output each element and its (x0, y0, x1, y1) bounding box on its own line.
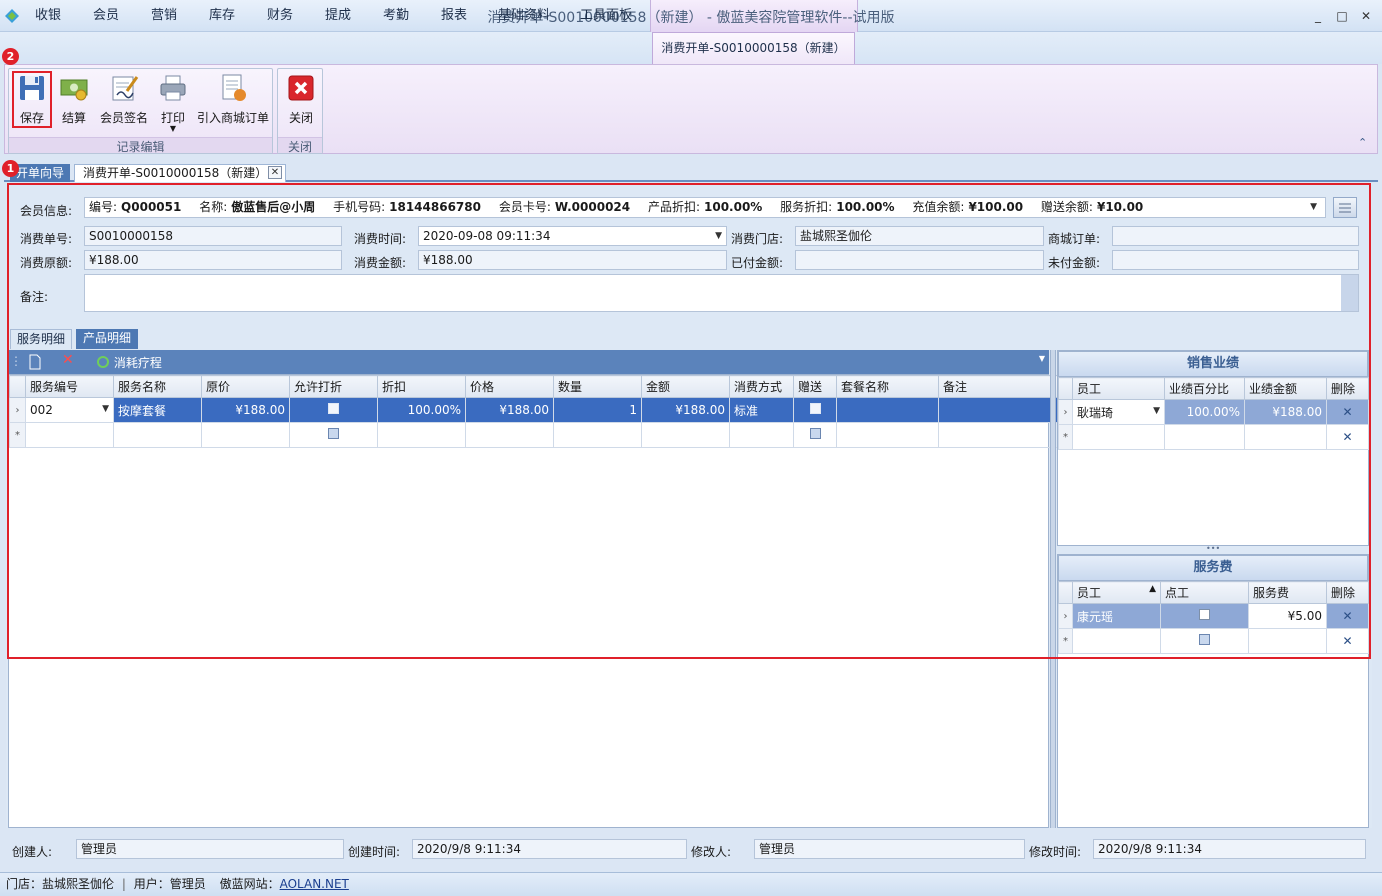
save-highlight-frame (12, 71, 52, 128)
printer-icon (160, 75, 186, 101)
created-time-label: 创建时间: (348, 845, 401, 859)
settle-button[interactable]: 结算 (55, 73, 93, 129)
modified-time-label: 修改时间: (1029, 845, 1082, 859)
ribbon-group-label: 记录编辑 (9, 137, 272, 154)
close-tab-icon[interactable]: ✕ (268, 166, 282, 179)
maximize-button[interactable]: □ (1334, 8, 1350, 24)
money-icon (60, 79, 88, 101)
menu-tab-reports[interactable]: 报表 (432, 6, 476, 28)
status-website-label: 傲蓝网站： (219, 877, 280, 891)
menu-tab-member[interactable]: 会员 (84, 6, 128, 28)
status-store: 门店：盐城熙圣伽伦 (6, 877, 115, 891)
modifier-label: 修改人: (691, 845, 732, 859)
creator-label: 创建人: (12, 845, 53, 859)
menu-tab-basic-data[interactable]: 基础资料 (490, 6, 558, 28)
ribbon-group-label: 关闭 (278, 137, 322, 154)
member-sign-button[interactable]: 会员签名 (97, 73, 151, 129)
annotation-highlight-frame (7, 183, 1371, 659)
collapse-ribbon-icon[interactable]: ⌃ (1358, 136, 1367, 149)
modified-time-field[interactable]: 2020/9/8 9:11:34 (1093, 839, 1366, 859)
ribbon-group-close: 关闭 关闭 (277, 68, 323, 154)
status-bar: 门店：盐城熙圣伽伦 | 用户：管理员 傲蓝网站：AOLAN.NET (0, 872, 1382, 896)
close-button[interactable]: 关闭 (282, 73, 320, 129)
menu-tab-inventory[interactable]: 库存 (200, 6, 244, 28)
menu-tab-tools[interactable]: 工具面板 (572, 6, 640, 28)
callout-badge-1: 1 (2, 160, 19, 177)
modifier-field[interactable]: 管理员 (754, 839, 1025, 859)
minimize-button[interactable]: _ (1310, 8, 1326, 24)
menu-tab-cashier[interactable]: 收银 (26, 6, 70, 28)
close-window-button[interactable]: ✕ (1358, 8, 1374, 24)
chevron-down-icon: ▼ (169, 124, 177, 133)
menu-tab-finance[interactable]: 财务 (258, 6, 302, 28)
import-mall-order-button[interactable]: 引入商城订单 (195, 73, 271, 129)
status-user: 用户：管理员 (133, 877, 206, 891)
menu-tab-attendance[interactable]: 考勤 (374, 6, 418, 28)
import-order-icon (222, 74, 246, 101)
doc-tab-wizard[interactable]: 开单向导 (10, 164, 70, 182)
website-link[interactable]: AOLAN.NET (280, 877, 349, 891)
menu-tab-order-active[interactable]: 消费开单-S0010000158（新建） (652, 32, 855, 65)
creator-field[interactable]: 管理员 (76, 839, 344, 859)
created-time-field[interactable]: 2020/9/8 9:11:34 (412, 839, 687, 859)
doc-tab-order[interactable]: 消费开单-S0010000158（新建） (74, 164, 286, 182)
print-button[interactable]: 打印 ▼ (155, 73, 191, 133)
signature-icon (112, 76, 139, 101)
menu-tab-marketing[interactable]: 营销 (142, 6, 186, 28)
callout-badge-2: 2 (2, 48, 19, 65)
menu-tab-commission[interactable]: 提成 (316, 6, 360, 28)
close-icon (288, 75, 314, 101)
